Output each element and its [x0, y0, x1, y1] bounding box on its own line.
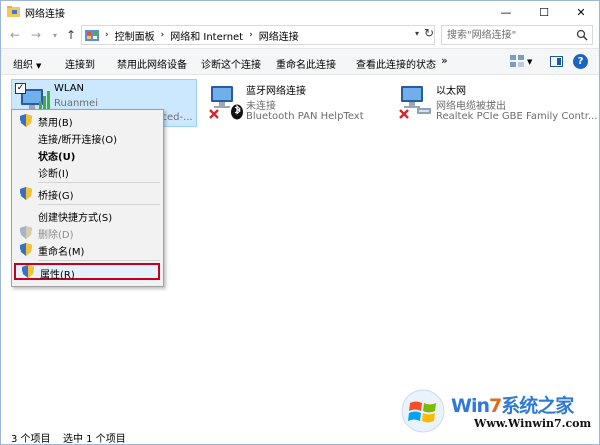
search-icon[interactable] — [576, 29, 588, 41]
organize-menu[interactable]: 组织 ▼ — [13, 56, 41, 71]
connection-status: 未连接 — [246, 101, 276, 112]
menu-item-label: 桥接(G) — [38, 191, 74, 202]
menu-separator — [38, 204, 160, 205]
menu-item-status[interactable]: 状态(U) — [12, 146, 163, 163]
menu-item-label: 创建快捷方式(S) — [38, 213, 113, 224]
selected-count: 选中 1 个项目 — [63, 434, 126, 445]
uac-shield-icon — [20, 114, 32, 127]
uac-shield-icon — [20, 187, 32, 200]
breadcrumb-control-panel[interactable]: 控制面板 — [115, 28, 155, 43]
menu-item-diagnose[interactable]: 诊断(I) — [12, 163, 163, 180]
refresh-icon[interactable]: ↻ — [421, 26, 437, 40]
menu-item-bridge[interactable]: 桥接(G) — [12, 185, 163, 202]
window-title: 网络连接 — [25, 9, 65, 20]
item-checkbox[interactable]: ✓ — [15, 83, 26, 94]
view-status-button[interactable]: 查看此连接的状态 — [356, 56, 436, 71]
menu-item-label: 属性(R) — [40, 270, 75, 281]
connection-item-bluetooth[interactable]: 蓝牙网络连接 未连接 Bluetooth PAN HelpText — [204, 79, 384, 127]
breadcrumb-separator[interactable]: › — [105, 30, 109, 40]
disable-device-button[interactable]: 禁用此网络设备 — [117, 56, 187, 71]
menu-separator — [38, 182, 160, 183]
organize-caret-icon: ▼ — [36, 62, 42, 70]
preview-pane-icon[interactable] — [550, 56, 563, 67]
ethernet-adapter-icon — [399, 86, 431, 119]
more-commands-icon[interactable]: » — [441, 54, 448, 67]
menu-item-label: 禁用(B) — [38, 118, 73, 129]
windows-logo-icon — [401, 389, 445, 433]
close-button[interactable]: ✕ — [564, 1, 598, 23]
diagnose-connection-button[interactable]: 诊断这个连接 — [201, 56, 261, 71]
menu-item-label: 连接/断开连接(O) — [38, 135, 118, 146]
menu-item-label: 删除(D) — [38, 230, 74, 241]
address-bar[interactable]: › 控制面板 › 网络和 Internet › 网络连接 — [81, 25, 435, 45]
control-panel-icon — [85, 30, 99, 41]
watermark-brand: Win7系统之家 — [451, 391, 574, 418]
forward-arrow-icon[interactable]: → — [28, 27, 44, 43]
change-view-icon[interactable] — [510, 55, 524, 68]
menu-item-label: 状态(U) — [38, 152, 76, 163]
breadcrumb-separator[interactable]: › — [249, 30, 253, 40]
uac-shield-icon — [20, 243, 32, 256]
rename-connection-button[interactable]: 重命名此连接 — [276, 56, 336, 71]
explorer-window: 网络连接 — ☐ ✕ ← → ▾ ↑ › 控制面板 › 网络和 Internet… — [0, 0, 600, 445]
menu-separator — [38, 260, 160, 261]
back-arrow-icon[interactable]: ← — [7, 27, 23, 43]
menu-item-rename[interactable]: 重命名(M) — [12, 241, 163, 258]
connection-name: 以太网 — [436, 86, 466, 97]
menu-item-disable[interactable]: 禁用(B) — [12, 112, 163, 129]
breadcrumb-network-internet[interactable]: 网络和 Internet — [170, 28, 243, 43]
menu-item-properties[interactable]: 属性(R) — [14, 263, 160, 281]
menu-item-connect-disconnect[interactable]: 连接/断开连接(O) — [12, 129, 163, 146]
connection-item-ethernet[interactable]: 以太网 网络电缆被拔出 Realtek PCIe GBE Family Cont… — [394, 79, 598, 127]
connection-device: Bluetooth PAN HelpText — [246, 111, 364, 122]
menu-item-label: 诊断(I) — [38, 169, 69, 180]
menu-item-delete: 删除(D) — [12, 224, 163, 241]
bluetooth-adapter-icon — [209, 86, 243, 120]
uac-shield-icon — [20, 226, 32, 239]
connection-status: Ruanmei — [54, 98, 98, 109]
command-bar: 组织 ▼ 连接到 禁用此网络设备 诊断这个连接 重命名此连接 查看此连接的状态 »… — [1, 48, 599, 75]
search-box[interactable] — [441, 25, 593, 45]
item-count: 3 个项目 — [11, 434, 51, 445]
organize-label: 组织 — [13, 60, 33, 71]
connection-device: Realtek PCIe GBE Family Contr... — [436, 111, 598, 122]
minimize-button[interactable]: — — [489, 1, 523, 23]
view-options-caret-icon[interactable]: ▼ — [527, 58, 532, 66]
address-row: ← → ▾ ↑ › 控制面板 › 网络和 Internet › 网络连接 ▾ ↻ — [1, 23, 599, 47]
help-icon[interactable]: ? — [573, 54, 588, 69]
menu-item-label: 重命名(M) — [38, 247, 85, 258]
menu-item-create-shortcut[interactable]: 创建快捷方式(S) — [12, 207, 163, 224]
address-dropdown-icon[interactable]: ▾ — [415, 29, 419, 38]
watermark-url: Www.Winwin7.com — [474, 417, 592, 430]
connect-to-button[interactable]: 连接到 — [65, 56, 95, 71]
connection-status: 网络电缆被拔出 — [436, 101, 506, 112]
title-bar: 网络连接 — ☐ ✕ — [1, 1, 599, 23]
watermark-brand-suffix: 系统之家 — [501, 395, 574, 417]
search-input[interactable] — [447, 28, 572, 42]
breadcrumb-separator[interactable]: › — [161, 30, 165, 40]
up-arrow-icon[interactable]: ↑ — [63, 27, 79, 43]
uac-shield-icon — [22, 265, 34, 278]
breadcrumb-network-connections[interactable]: 网络连接 — [259, 28, 299, 43]
context-menu: 禁用(B) 连接/断开连接(O) 状态(U) 诊断(I) 桥接(G) 创建快捷方… — [11, 109, 164, 287]
recent-locations-chevron-icon[interactable]: ▾ — [47, 27, 63, 43]
watermark-brand-seven: 7 — [489, 395, 502, 417]
site-watermark: Win7系统之家 Www.Winwin7.com — [399, 389, 599, 435]
connection-name: 蓝牙网络连接 — [246, 86, 306, 97]
watermark-brand-prefix: Win — [451, 395, 490, 417]
network-folder-icon — [7, 6, 20, 17]
connection-name: WLAN — [54, 83, 85, 94]
maximize-button[interactable]: ☐ — [527, 1, 561, 23]
